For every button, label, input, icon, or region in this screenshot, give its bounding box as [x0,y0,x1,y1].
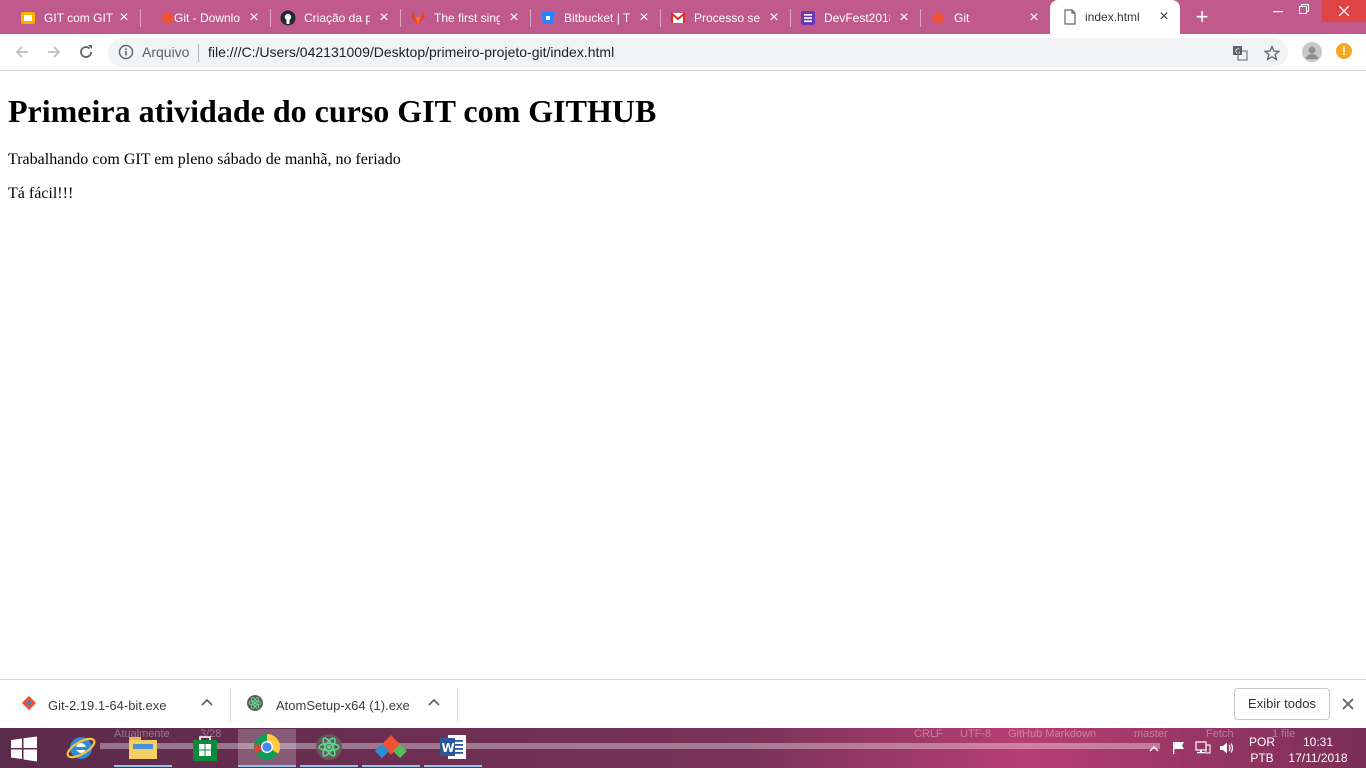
gitlab-icon [410,10,426,26]
slides-icon [20,10,36,26]
tab-processo-seletivo[interactable]: Processo sel × [660,2,790,34]
tab-devfest[interactable]: DevFest2018 × [790,2,920,34]
chevron-up-icon[interactable] [426,695,442,711]
url-text[interactable]: file:///C:/Users/042131009/Desktop/prime… [208,44,614,61]
windows-start-icon[interactable] [10,736,38,762]
origin-label: Arquivo [142,44,190,60]
atom-icon [316,734,342,760]
new-tab-button[interactable]: + [1192,6,1212,28]
git-gui-icon [374,735,408,759]
chevron-up-icon[interactable] [199,695,215,711]
url-divider [198,44,199,62]
git-installer-icon [20,694,38,712]
translate-icon[interactable]: G [1230,43,1250,63]
address-bar[interactable]: Arquivo file:///C:/Users/042131009/Deskt… [108,38,1288,67]
taskbar-internet-explorer[interactable] [52,729,110,767]
window-close-button[interactable] [1322,0,1366,22]
gmail-icon [670,10,686,26]
tab-git[interactable]: Git × [920,2,1050,34]
bitbucket-icon [540,10,556,26]
tab-label: Processo sel [694,11,760,25]
word-icon: W [440,735,466,759]
folder-icon [129,737,157,759]
taskbar-atom[interactable] [300,729,358,767]
alert-badge[interactable]: ! [1336,43,1352,59]
taskbar-chrome[interactable] [238,729,296,767]
tab-label: DevFest2018 [824,11,890,25]
restore-button[interactable] [1282,0,1326,22]
svg-text:W: W [442,741,455,755]
git-icon [930,10,946,26]
reload-icon [80,45,92,58]
atom-icon [246,694,264,712]
close-icon[interactable]: × [896,10,912,26]
tab-bitbucket[interactable]: Bitbucket | T × [530,2,660,34]
taskbar-git-gui[interactable] [362,729,420,767]
windows-taskbar: Atualmente 3/28 CRLF UTF-8 GitHub Markdo… [0,728,1366,768]
close-icon[interactable] [1340,696,1356,712]
download-item[interactable]: Git-2.19.1-64-bit.exe [0,680,230,728]
show-all-downloads-button[interactable]: Exibir todos [1234,688,1330,720]
tab-label: The first sing [434,11,500,25]
close-icon[interactable]: × [636,10,652,26]
tab-gitlab[interactable]: The first sing × [400,2,530,34]
tab-git-download[interactable]: Git - Downlo × [140,2,270,34]
network-icon[interactable] [1195,741,1211,755]
close-icon[interactable]: × [116,10,132,26]
github-icon [280,10,296,26]
back-button[interactable] [10,40,34,64]
tray-chevron-up-icon[interactable] [1148,742,1160,754]
close-icon[interactable]: × [766,10,782,26]
file-icon [1062,9,1078,25]
download-item[interactable]: AtomSetup-x64 (1).exe [230,680,458,728]
forward-button[interactable] [42,40,66,64]
tab-criacao[interactable]: Criação da p × [270,2,400,34]
tab-label: Bitbucket | T [564,11,630,25]
tab-strip: GIT com GIT × Git - Downlo × Criação da … [0,0,1366,34]
close-icon[interactable]: × [376,10,392,26]
tab-label: Git - Downlo [174,11,240,25]
tab-label: Git [954,11,970,25]
volume-icon[interactable] [1219,741,1235,755]
page-heading: Primeira atividade do curso GIT com GITH… [8,93,657,129]
download-filename: Git-2.19.1-64-bit.exe [48,698,167,713]
ie-icon [66,737,96,759]
close-icon[interactable]: × [506,10,522,26]
back-arrow-icon [15,46,28,58]
profile-avatar[interactable] [1302,42,1322,62]
input-language[interactable]: POR PTB [1249,734,1275,766]
browser-toolbar: Arquivo file:///C:/Users/042131009/Deskt… [0,34,1366,71]
close-icon[interactable]: × [1156,9,1172,25]
reload-button[interactable] [74,40,98,64]
taskbar-store[interactable] [176,729,234,767]
paragraph: Tá fácil!!! [8,185,74,202]
bookmark-star-icon[interactable] [1262,43,1282,63]
close-icon[interactable]: × [246,10,262,26]
list-icon [800,10,816,26]
store-icon [193,736,217,761]
download-filename: AtomSetup-x64 (1).exe [276,698,410,713]
tab-label: index.html [1085,10,1140,24]
clock-date: 17/11/2018 [1288,751,1348,765]
paragraph: Trabalhando com GIT em pleno sábado de m… [8,151,401,168]
tab-label: GIT com GIT [44,11,114,25]
chrome-icon [253,733,281,761]
tab-index-html[interactable]: index.html × [1050,0,1180,34]
system-clock[interactable]: 10:31 17/11/2018 [1288,734,1348,766]
taskbar-file-explorer[interactable] [114,729,172,767]
page-content: Primeira atividade do curso GIT com GITH… [0,72,1366,679]
taskbar-word[interactable]: W [424,729,482,767]
tab-label: Criação da p [304,11,370,25]
info-icon[interactable] [118,44,134,60]
clock-time: 10:31 [1302,735,1334,749]
download-shelf: Git-2.19.1-64-bit.exe AtomSetup-x64 (1).… [0,679,1366,728]
tab-git-com-github[interactable]: GIT com GIT × [0,2,140,34]
forward-arrow-icon [48,46,61,58]
flag-icon[interactable] [1171,741,1187,755]
close-icon[interactable]: × [1026,10,1042,26]
